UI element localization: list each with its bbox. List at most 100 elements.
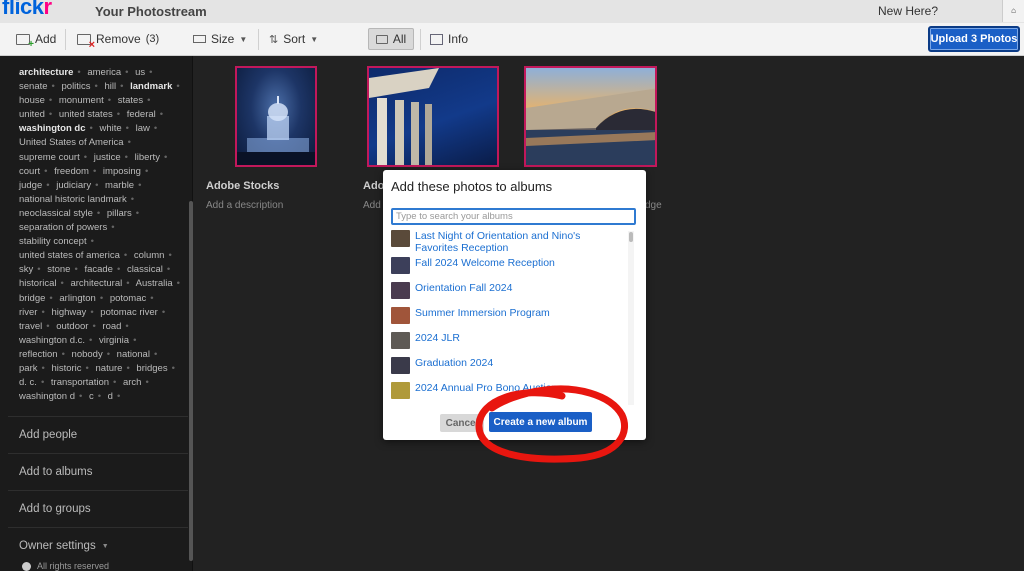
tag-link[interactable]: arch [123, 377, 141, 388]
album-search-input[interactable] [391, 208, 636, 225]
tag-link[interactable]: pillars [107, 208, 132, 219]
tag-link[interactable]: politics [62, 81, 91, 92]
sidebar-scrollbar[interactable] [189, 201, 193, 561]
new-here-link[interactable]: New Here? [878, 4, 938, 18]
tag-link[interactable]: stability concept [19, 236, 87, 247]
tag-link[interactable]: federal [127, 109, 156, 120]
tag-link[interactable]: washington d.c. [19, 335, 85, 346]
tag-link[interactable]: Australia [136, 278, 173, 289]
add-people-section[interactable]: Add people [8, 416, 188, 453]
owner-settings-section[interactable]: Owner settings ▼ [8, 527, 188, 564]
tag-link[interactable]: facade [84, 264, 113, 275]
album-item[interactable]: 2024 Annual Pro Bono Auction [391, 382, 623, 399]
tag-link[interactable]: sky [19, 264, 33, 275]
license-option[interactable]: All rights reserved [22, 561, 109, 571]
photo-thumbnail[interactable] [235, 66, 317, 167]
tag-link[interactable]: court [19, 166, 40, 177]
photo-thumbnail[interactable] [524, 66, 657, 167]
tag-link[interactable]: white [99, 123, 121, 134]
tag-link[interactable]: law [136, 123, 150, 134]
tag-link[interactable]: united states [59, 109, 113, 120]
tag-link[interactable]: road [102, 321, 121, 332]
photo-thumbnail[interactable] [367, 66, 499, 167]
tag-link[interactable]: classical [127, 264, 163, 275]
photo-description[interactable]: Add a description [206, 200, 283, 211]
tag-link[interactable]: washington d [19, 391, 75, 402]
remove-button[interactable]: Remove (3) [77, 32, 159, 51]
tag-link[interactable]: historical [19, 278, 57, 289]
tag-link[interactable]: stone [47, 264, 70, 275]
sort-dropdown[interactable]: ⇅ Sort ▼ [269, 32, 318, 46]
album-item[interactable]: Fall 2024 Welcome Reception [391, 257, 623, 274]
tag-link[interactable]: d [108, 391, 113, 402]
tag-link[interactable]: states [118, 95, 143, 106]
tag-link[interactable]: reflection [19, 349, 58, 360]
tag-link[interactable]: landmark [130, 81, 172, 92]
tag-link[interactable]: us [135, 67, 145, 78]
tag-link[interactable]: outdoor [56, 321, 88, 332]
tag-link[interactable]: united [19, 109, 45, 120]
tag-link[interactable]: park [19, 363, 37, 374]
tag-link[interactable]: judge [19, 180, 42, 191]
radio-icon[interactable] [22, 561, 31, 571]
photo-title[interactable]: Ado [363, 180, 384, 192]
photo-description[interactable]: Add [363, 200, 381, 211]
tag-link[interactable]: nobody [72, 349, 103, 360]
tag-link[interactable]: house [19, 95, 45, 106]
tag-link[interactable]: potomac river [100, 307, 158, 318]
tag-link[interactable]: neoclassical style [19, 208, 93, 219]
size-dropdown[interactable]: Size ▼ [193, 32, 247, 46]
tag-link[interactable]: architectural [70, 278, 122, 289]
tag-link[interactable]: senate [19, 81, 48, 92]
add-to-groups-section[interactable]: Add to groups [8, 490, 188, 527]
album-item[interactable]: Orientation Fall 2024 [391, 282, 623, 299]
info-button[interactable]: Info [430, 32, 468, 46]
tag-link[interactable]: d. c. [19, 377, 37, 388]
tag-link[interactable]: freedom [54, 166, 89, 177]
tag-link[interactable]: supreme court [19, 152, 80, 163]
upload-button[interactable]: Upload 3 Photos [928, 26, 1020, 52]
tag-link[interactable]: bridges [136, 363, 167, 374]
tag-link[interactable]: united states of america [19, 250, 120, 261]
flickr-logo[interactable]: flickr [2, 0, 52, 20]
add-button[interactable]: Add [16, 32, 56, 50]
scrollbar-thumb[interactable] [629, 232, 633, 242]
avatar[interactable]: ⌂ [1002, 0, 1024, 22]
photo-description[interactable]: dge [645, 200, 662, 211]
tag-link[interactable]: architecture [19, 67, 73, 78]
tag-link[interactable]: virginia [99, 335, 129, 346]
tag-link[interactable]: justice [94, 152, 121, 163]
tag-link[interactable]: column [134, 250, 165, 261]
tag-link[interactable]: United States of America [19, 137, 124, 148]
tag-link[interactable]: liberty [135, 152, 160, 163]
tag-link[interactable]: potomac [110, 293, 146, 304]
album-item[interactable]: 2024 JLR [391, 332, 623, 349]
album-item[interactable]: Summer Immersion Program [391, 307, 623, 324]
add-to-albums-section[interactable]: Add to albums [8, 453, 188, 490]
cancel-button[interactable]: Cancel [440, 414, 484, 432]
tag-link[interactable]: transportation [51, 377, 109, 388]
photo-title[interactable]: Adobe Stocks [206, 180, 279, 192]
tag-link[interactable]: river [19, 307, 37, 318]
tag-link[interactable]: america [87, 67, 121, 78]
tag-link[interactable]: nature [96, 363, 123, 374]
tag-link[interactable]: highway [51, 307, 86, 318]
select-all-button[interactable]: All [368, 28, 414, 50]
tag-link[interactable]: judiciary [56, 180, 91, 191]
create-album-button[interactable]: Create a new album [489, 412, 592, 432]
tag-link[interactable]: c [89, 391, 94, 402]
tag-link[interactable]: national historic landmark [19, 194, 127, 205]
tag-link[interactable]: marble [105, 180, 134, 191]
album-list-scrollbar[interactable] [628, 231, 634, 405]
tag-link[interactable]: hill [105, 81, 117, 92]
tag-link[interactable]: washington dc [19, 123, 86, 134]
tag-link[interactable]: historic [51, 363, 81, 374]
tag-link[interactable]: bridge [19, 293, 45, 304]
tag-link[interactable]: separation of powers [19, 222, 107, 233]
album-item[interactable]: Last Night of Orientation and Nino's Fav… [391, 230, 623, 254]
tag-link[interactable]: monument [59, 95, 104, 106]
tag-link[interactable]: arlington [59, 293, 95, 304]
tag-link[interactable]: national [117, 349, 150, 360]
tag-link[interactable]: travel [19, 321, 42, 332]
tag-link[interactable]: imposing [103, 166, 141, 177]
